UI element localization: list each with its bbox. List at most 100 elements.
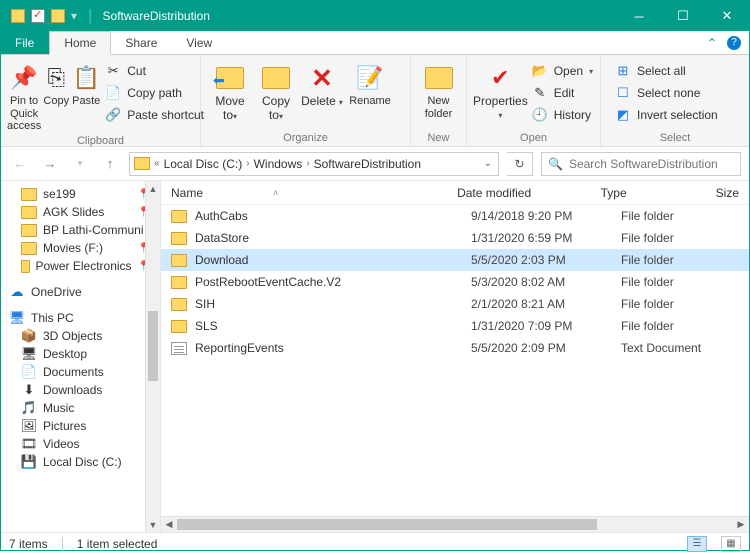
select-all-button[interactable]: ⊞Select all (611, 61, 722, 81)
file-date: 5/3/2020 8:02 AM (461, 275, 611, 289)
column-name[interactable]: Name˄ (161, 186, 447, 200)
navpane-quick-item[interactable]: BP Lathi-Communi (3, 221, 158, 239)
hscroll-thumb[interactable] (177, 519, 597, 530)
navpane-pc-item[interactable]: 🎞Videos (3, 435, 158, 453)
navpane-pc-item[interactable]: 📄 Documents (3, 363, 158, 381)
navpane-pc-item[interactable]: ⬇Downloads (3, 381, 158, 399)
file-list: Name˄ Date modified Type Size AuthCabs9/… (161, 181, 749, 532)
cut-button[interactable]: ✂Cut (101, 61, 208, 81)
cube-icon: 📦 (21, 329, 37, 343)
folder-icon (171, 254, 187, 267)
navpane-item-label: se199 (43, 187, 76, 201)
select-none-icon: ☐ (615, 85, 631, 101)
open-button[interactable]: 📂Open ▾ (528, 61, 597, 81)
file-row[interactable]: AuthCabs9/14/2018 9:20 PMFile folder (161, 205, 749, 227)
breadcrumb-root-chevron[interactable]: « (152, 158, 162, 169)
status-item-count: 7 items (9, 537, 48, 551)
file-name: Download (195, 253, 248, 267)
navpane-quick-item[interactable]: AGK Slides📍 (3, 203, 158, 221)
tab-view[interactable]: View (172, 31, 227, 54)
folder-icon (171, 298, 187, 311)
column-type[interactable]: Type (591, 186, 706, 200)
breadcrumb-seg-2[interactable]: SoftwareDistribution (314, 157, 421, 171)
details-view-button[interactable]: ☰ (687, 536, 707, 552)
breadcrumb-seg-0[interactable]: Local Disc (C:)› (164, 157, 252, 171)
back-button[interactable]: ← (9, 153, 31, 175)
copy-path-button[interactable]: 📄Copy path (101, 83, 208, 103)
scroll-down-icon[interactable]: ▼ (146, 517, 160, 532)
scroll-thumb[interactable] (148, 311, 158, 381)
file-date: 9/14/2018 9:20 PM (461, 209, 611, 223)
search-input[interactable] (569, 157, 734, 171)
navpane-quick-item[interactable]: se199📍 (3, 185, 158, 203)
new-folder-button[interactable]: New folder (417, 59, 460, 120)
scroll-up-icon[interactable]: ▲ (146, 181, 160, 196)
recent-locations-button[interactable]: ▾ (69, 153, 91, 175)
forward-button[interactable]: → (39, 153, 61, 175)
paste-button[interactable]: 📋 Paste (71, 59, 101, 108)
file-row[interactable]: Download5/5/2020 2:03 PMFile folder (161, 249, 749, 271)
column-date[interactable]: Date modified (447, 186, 591, 200)
maximize-button[interactable]: ☐ (661, 1, 705, 31)
hscroll-right-icon[interactable]: ▶ (733, 517, 749, 533)
properties-button[interactable]: ✔ Properties ▾ (473, 59, 528, 121)
navpane-item-label: Videos (43, 437, 79, 451)
navpane-item-label: OneDrive (31, 285, 82, 299)
group-select-label: Select (607, 130, 743, 144)
breadcrumb[interactable]: « Local Disc (C:)› Windows› SoftwareDist… (129, 152, 499, 176)
folder-icon (171, 210, 187, 223)
file-row[interactable]: ReportingEvents5/5/2020 2:09 PMText Docu… (161, 337, 749, 359)
file-type: File folder (611, 275, 731, 289)
file-row[interactable]: PostRebootEventCache.V25/3/2020 8:02 AMF… (161, 271, 749, 293)
paste-shortcut-button[interactable]: 🔗Paste shortcut (101, 105, 208, 125)
navpane-scrollbar[interactable]: ▲ ▼ (145, 181, 160, 532)
navpane-pc-item[interactable]: 💾Local Disc (C:) (3, 453, 158, 471)
navpane-quick-item[interactable]: Power Electronics📍 (3, 257, 158, 275)
move-to-icon: ⬅ (215, 63, 245, 93)
qat-customize-icon[interactable]: ▾ (71, 9, 77, 23)
content-horizontal-scrollbar[interactable]: ◀ ▶ (161, 516, 749, 532)
file-row[interactable]: SIH2/1/2020 8:21 AMFile folder (161, 293, 749, 315)
qat-newfolder-icon[interactable] (51, 9, 65, 23)
invert-selection-button[interactable]: ◩Invert selection (611, 105, 722, 125)
minimize-button[interactable]: ─ (617, 1, 661, 31)
navpane-pc-item[interactable]: 📦3D Objects (3, 327, 158, 345)
close-button[interactable]: ✕ (705, 1, 749, 31)
qat-properties-icon[interactable] (31, 9, 45, 23)
folder-icon (171, 232, 187, 245)
rename-button[interactable]: 📝 Rename (345, 59, 395, 108)
breadcrumb-seg-1[interactable]: Windows› (254, 157, 312, 171)
navpane-item-label: Documents (43, 365, 104, 379)
navpane-pc-item[interactable]: 🎵Music (3, 399, 158, 417)
file-row[interactable]: SLS1/31/2020 7:09 PMFile folder (161, 315, 749, 337)
tab-file[interactable]: File (1, 31, 49, 54)
collapse-ribbon-icon[interactable]: ⌃ (707, 36, 717, 50)
navpane-thispc[interactable]: 🖥This PC (3, 309, 158, 327)
select-none-button[interactable]: ☐Select none (611, 83, 722, 103)
up-button[interactable]: ↑ (99, 153, 121, 175)
history-button[interactable]: 🕘History (528, 105, 597, 125)
file-date: 5/5/2020 2:03 PM (461, 253, 611, 267)
help-icon[interactable]: ? (727, 36, 741, 50)
breadcrumb-dropdown[interactable]: ⌄ (482, 158, 494, 169)
navpane-onedrive[interactable]: ☁OneDrive (3, 283, 158, 301)
navpane-quick-item[interactable]: Movies (F:)📍 (3, 239, 158, 257)
move-to-button[interactable]: ⬅ Move to▾ (207, 59, 253, 123)
navpane-item-label: AGK Slides (43, 205, 104, 219)
search-box[interactable]: 🔍 (541, 152, 741, 176)
tab-share[interactable]: Share (111, 31, 172, 54)
file-row[interactable]: DataStore1/31/2020 6:59 PMFile folder (161, 227, 749, 249)
copy-button[interactable]: ⎘ Copy (41, 59, 71, 108)
delete-button[interactable]: ✕ Delete ▾ (299, 59, 345, 109)
copy-to-button[interactable]: Copy to▾ (253, 59, 299, 123)
tab-home[interactable]: Home (49, 31, 111, 55)
navpane-pc-item[interactable]: 🖼Pictures (3, 417, 158, 435)
column-size[interactable]: Size (706, 186, 749, 200)
doc-icon: 📄 (21, 365, 37, 379)
thumbnails-view-button[interactable]: ▦ (721, 536, 741, 552)
navpane-pc-item[interactable]: 🖥Desktop (3, 345, 158, 363)
hscroll-left-icon[interactable]: ◀ (161, 517, 177, 533)
edit-button[interactable]: ✎Edit (528, 83, 597, 103)
refresh-button[interactable]: ↻ (507, 152, 533, 176)
pin-quick-access-button[interactable]: 📌 Pin to Quick access (7, 59, 41, 133)
